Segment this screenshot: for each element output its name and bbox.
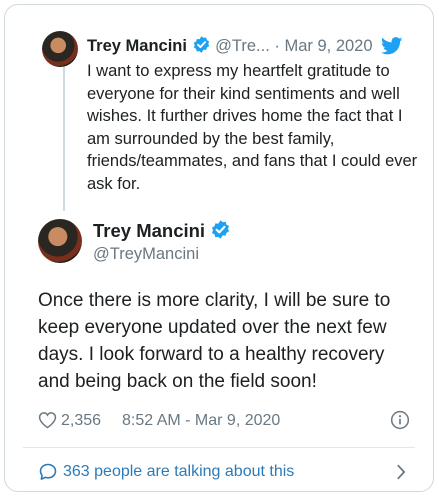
divider (23, 447, 415, 448)
separator-dot: · (274, 37, 280, 55)
avatar[interactable] (42, 31, 78, 67)
avatar[interactable] (38, 219, 82, 263)
verified-badge-icon (210, 219, 231, 245)
parent-tweet[interactable]: Trey Mancini @Tre... · Mar 9, 2020 I wan… (5, 5, 433, 211)
chevron-right-icon[interactable] (394, 463, 408, 486)
verified-badge-icon (192, 35, 211, 59)
author-name[interactable]: Trey Mancini (87, 37, 187, 55)
tweet-timestamp-link[interactable]: 8:52 AM - Mar 9, 2020 (122, 412, 280, 430)
thread-connector-line (63, 63, 65, 211)
info-circle-icon[interactable] (390, 410, 410, 435)
heart-outline-icon[interactable] (38, 411, 57, 434)
parent-tweet-text: I want to express my heartfelt gratitude… (87, 62, 418, 193)
parent-tweet-header: Trey Mancini @Tre... · Mar 9, 2020 (87, 35, 373, 59)
author-handle[interactable]: @Tre... (215, 37, 270, 55)
conversation-count-label: 363 people are talking about this (63, 463, 295, 480)
tweet-date-link[interactable]: Mar 9, 2020 (284, 37, 372, 55)
main-tweet-author[interactable]: Trey Mancini (93, 219, 231, 245)
author-name[interactable]: Trey Mancini (93, 220, 205, 241)
tweet-meta-row: 2,356 8:52 AM - Mar 9, 2020 (38, 409, 410, 433)
conversation-link[interactable]: 363 people are talking about this (38, 461, 410, 485)
like-count[interactable]: 2,356 (61, 412, 101, 430)
main-tweet-text: Once there is more clarity, I will be su… (38, 290, 391, 392)
author-handle[interactable]: @TreyMancini (93, 245, 199, 264)
speech-bubble-icon (38, 462, 58, 487)
twitter-bird-icon[interactable] (381, 37, 403, 60)
embedded-tweet-card: Trey Mancini @Tre... · Mar 9, 2020 I wan… (4, 4, 434, 492)
